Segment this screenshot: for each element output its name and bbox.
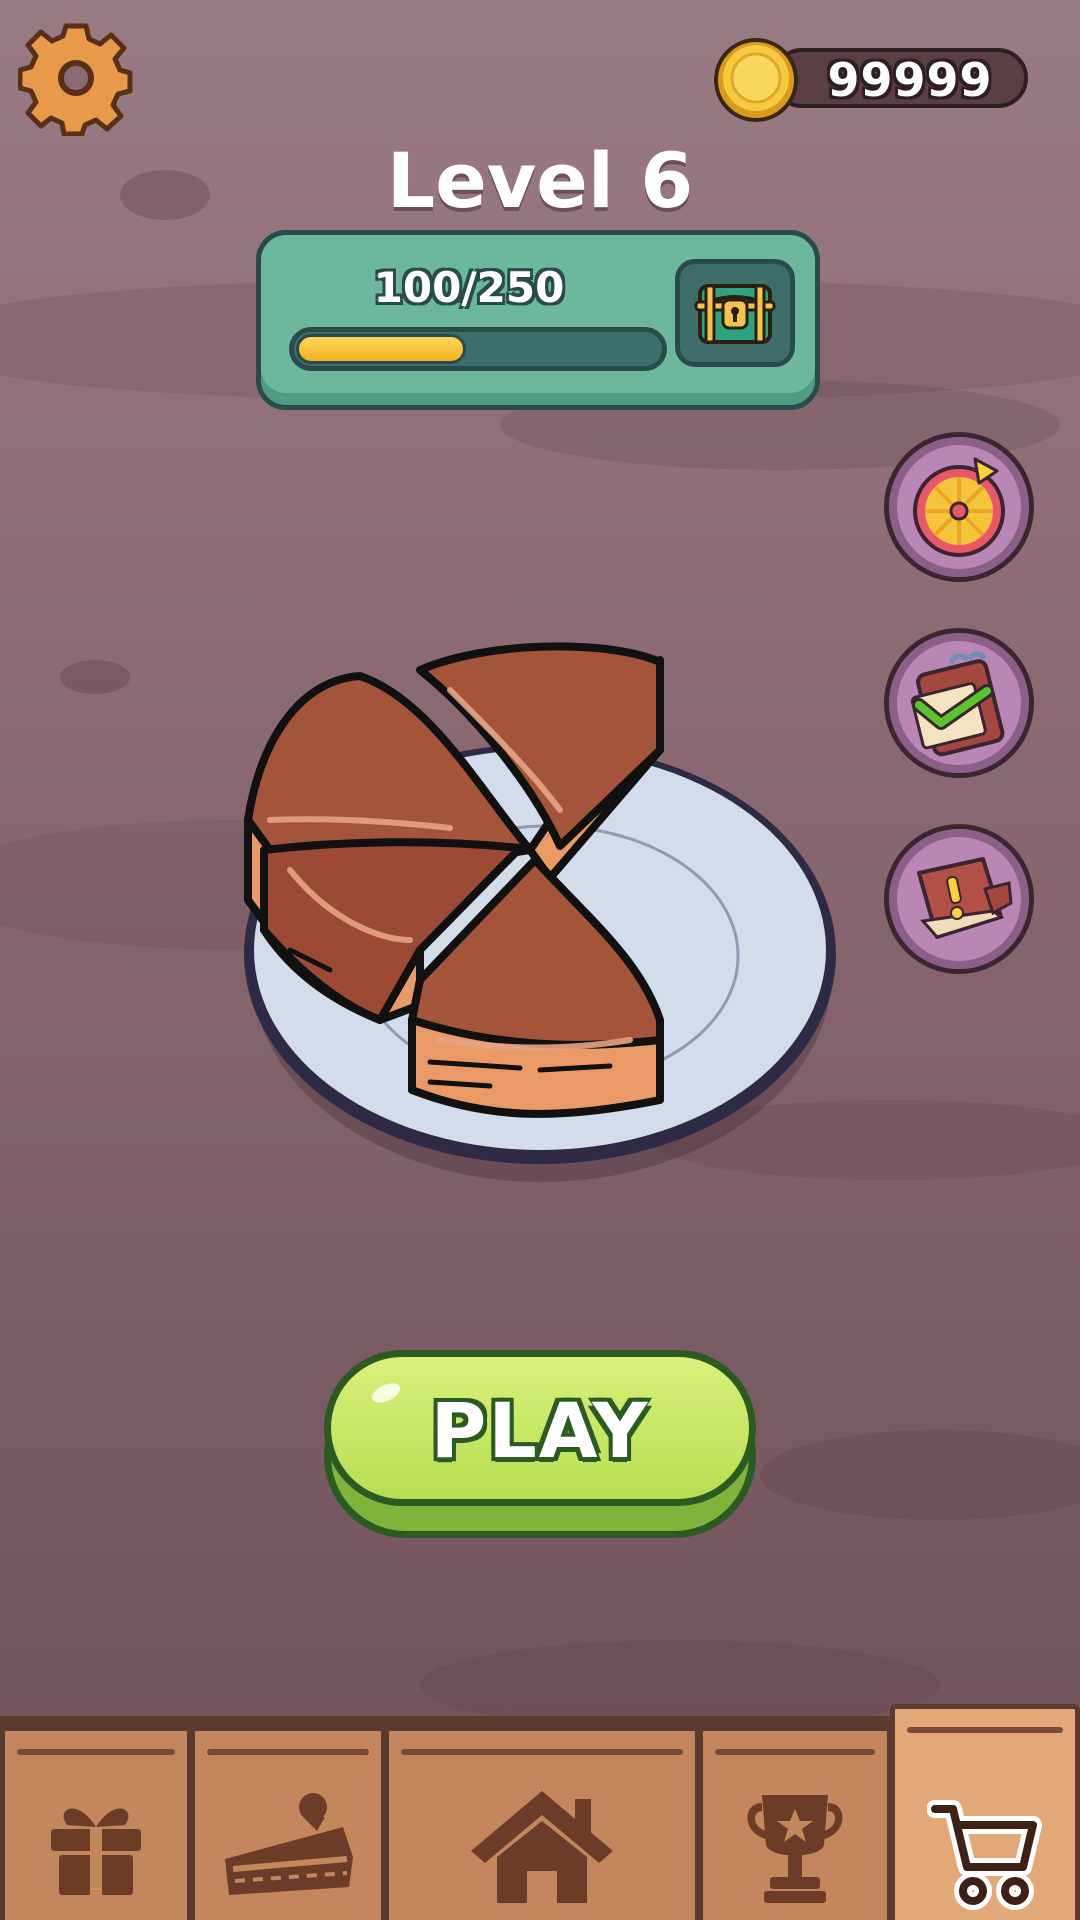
cake-slice-icon	[225, 1793, 353, 1895]
tab-stripe	[17, 1749, 175, 1755]
bottom-nav	[0, 1704, 1080, 1920]
treasure-chest-icon	[694, 284, 776, 344]
game-screen: 99999 Level 6 100/250 PLAY	[0, 0, 1080, 1920]
nav-tab-home[interactable]	[384, 1726, 700, 1920]
coin-amount: 99999	[827, 53, 993, 107]
cake-plate-illustration	[230, 620, 850, 1220]
bg-spot	[60, 660, 130, 694]
tab-stripe	[401, 1749, 683, 1755]
play-button[interactable]: PLAY	[324, 1350, 756, 1538]
reward-chest-button[interactable]	[675, 259, 795, 367]
level-title: Level 6	[386, 136, 694, 225]
coin-icon	[714, 38, 798, 122]
progress-text: 100/250	[373, 263, 565, 312]
nav-tab-shop[interactable]	[890, 1704, 1080, 1920]
daily-tasks-button[interactable]	[884, 628, 1034, 778]
settings-button[interactable]	[17, 16, 134, 137]
trophy-icon	[747, 1795, 843, 1903]
gear-icon	[17, 23, 133, 137]
book-alert-icon	[917, 857, 1013, 939]
progress-bar	[289, 327, 667, 371]
play-button-label: PLAY	[430, 1386, 650, 1475]
coin-counter: 99999	[712, 36, 1032, 122]
nav-tab-gift[interactable]	[0, 1726, 192, 1920]
gift-icon	[51, 1808, 141, 1897]
calendar-check-icon	[910, 651, 1005, 757]
home-icon	[471, 1791, 613, 1903]
wheel-icon	[913, 457, 1005, 557]
bg-band	[760, 1430, 1080, 1520]
cart-icon	[927, 1800, 1042, 1910]
tab-stripe	[715, 1749, 875, 1755]
tab-stripe	[207, 1749, 369, 1755]
progress-bar-fill	[296, 334, 466, 364]
level-progress-panel: 100/250	[256, 230, 820, 410]
tab-stripe	[907, 1727, 1063, 1733]
nav-tab-trophy[interactable]	[698, 1726, 892, 1920]
nav-tab-cake[interactable]	[190, 1726, 386, 1920]
lucky-wheel-button[interactable]	[884, 432, 1034, 582]
recipe-book-button[interactable]	[884, 824, 1034, 974]
